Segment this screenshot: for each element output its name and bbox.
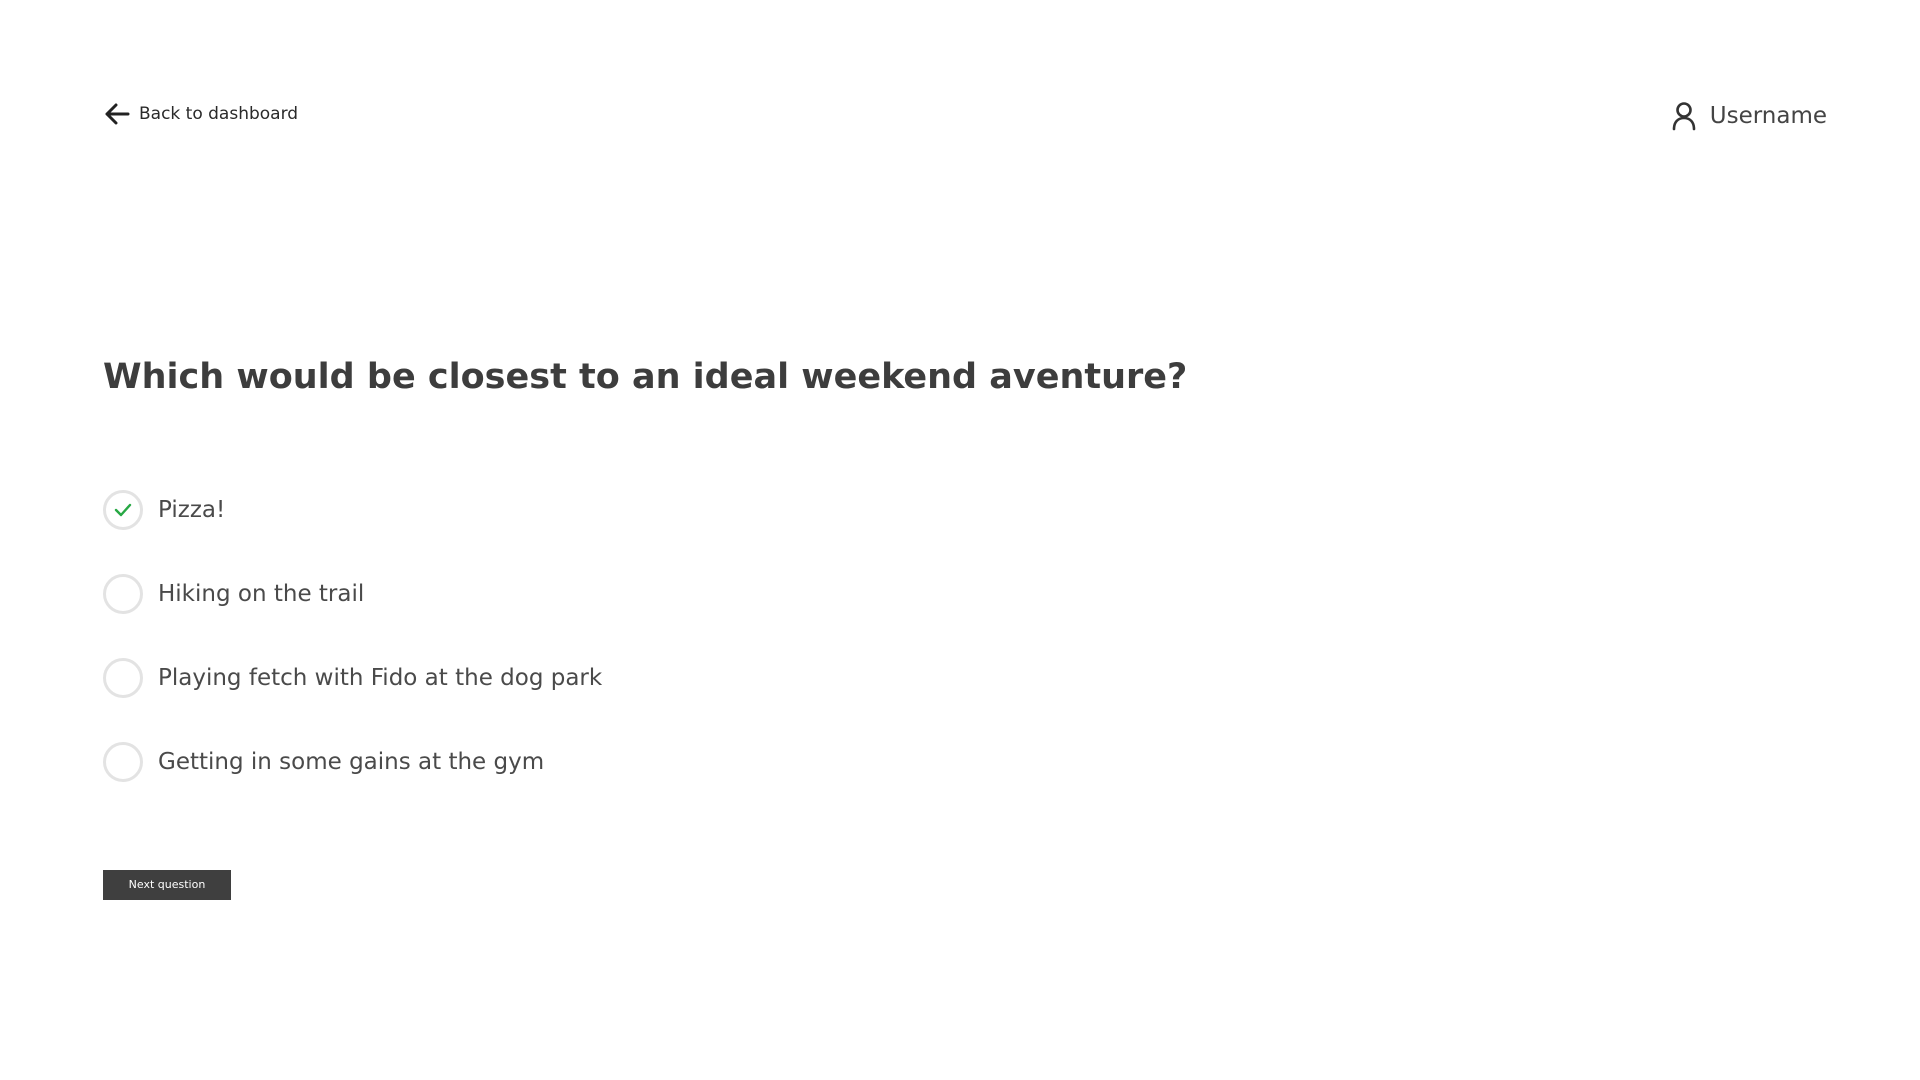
user-icon (1672, 101, 1696, 131)
answer-option-gym[interactable]: Getting in some gains at the gym (103, 742, 602, 782)
next-question-button[interactable]: Next question (103, 870, 231, 900)
answer-option-hiking[interactable]: Hiking on the trail (103, 574, 602, 614)
back-to-dashboard-link[interactable]: Back to dashboard (103, 100, 298, 128)
radio-button[interactable] (103, 658, 143, 698)
radio-button[interactable] (103, 574, 143, 614)
answer-option-label: Playing fetch with Fido at the dog park (158, 665, 603, 691)
answer-option-label: Getting in some gains at the gym (158, 749, 545, 775)
user-menu[interactable]: Username (1672, 100, 1827, 132)
question-title: Which would be closest to an ideal weeke… (103, 357, 1188, 397)
radio-button[interactable] (103, 742, 143, 782)
answer-options: Pizza! Hiking on the trail Playing fetch… (103, 490, 602, 826)
answer-option-label: Pizza! (158, 497, 226, 523)
radio-button-selected[interactable] (103, 490, 143, 530)
checkmark-icon (114, 503, 132, 517)
quiz-page: Back to dashboard Username Which would b… (0, 0, 1920, 1080)
back-to-dashboard-label: Back to dashboard (139, 104, 299, 124)
arrow-left-icon (103, 100, 131, 128)
answer-option-dog-park[interactable]: Playing fetch with Fido at the dog park (103, 658, 602, 698)
answer-option-pizza[interactable]: Pizza! (103, 490, 602, 530)
answer-option-label: Hiking on the trail (158, 581, 365, 607)
username-label: Username (1709, 103, 1827, 129)
